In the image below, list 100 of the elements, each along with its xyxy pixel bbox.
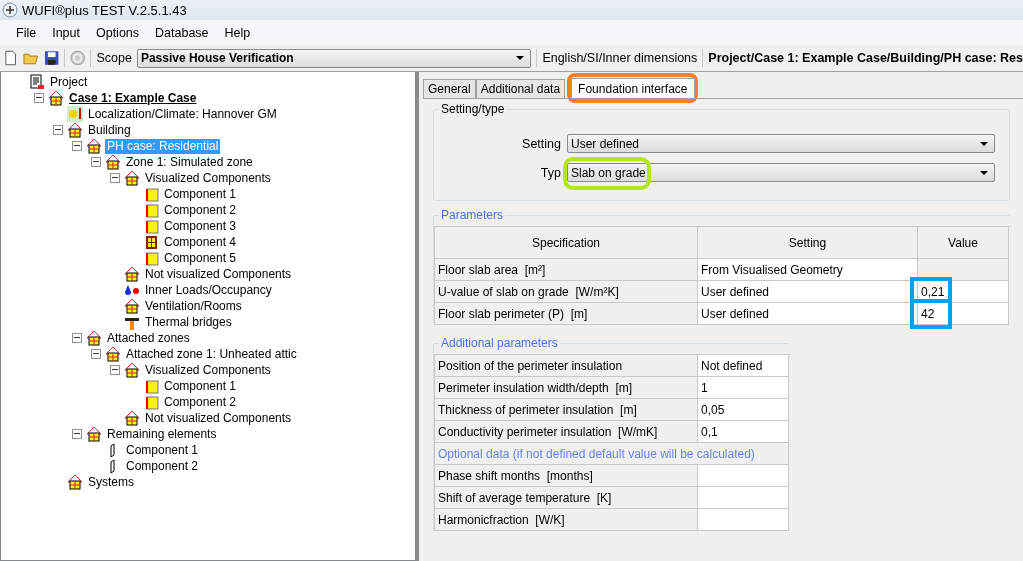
new-file-icon[interactable] bbox=[3, 50, 19, 66]
house-icon bbox=[48, 90, 64, 106]
tree-item[interactable]: Zone 1: Simulated zone bbox=[124, 154, 255, 170]
table-cell: User defined bbox=[698, 303, 918, 325]
tree-item[interactable]: Project bbox=[48, 74, 90, 90]
tree-item[interactable]: Attached zone 1: Unheated attic bbox=[124, 346, 299, 362]
dropdown[interactable]: User defined bbox=[567, 134, 995, 153]
tree-item[interactable]: Component 1 bbox=[162, 378, 239, 394]
wall-icon bbox=[143, 202, 159, 218]
tree-item[interactable]: Not visualized Components bbox=[143, 266, 294, 282]
value-field[interactable]: 1 bbox=[698, 377, 789, 399]
tree-item[interactable]: Visualized Components bbox=[143, 362, 273, 378]
sun-thermometer-icon bbox=[67, 106, 83, 122]
house-icon bbox=[105, 346, 121, 362]
wall-icon bbox=[143, 394, 159, 410]
table-cell: Phase shift months [months] bbox=[434, 465, 698, 487]
table-cell: Floor slab perimeter (P) [m] bbox=[434, 303, 698, 325]
tree-item[interactable]: Not visualized Components bbox=[143, 410, 294, 426]
house-icon bbox=[124, 266, 140, 282]
tree-item[interactable]: Building bbox=[86, 122, 133, 138]
collapse-toggle[interactable] bbox=[110, 365, 120, 375]
menu-item[interactable]: File bbox=[8, 23, 45, 42]
group-legend: Additional parameters bbox=[439, 336, 560, 350]
tree-item[interactable]: Localization/Climate: Hannover GM bbox=[86, 106, 279, 122]
breadcrumb-path: Project/Case 1: Example Case/Building/PH case: Res bbox=[708, 51, 1023, 65]
collapse-toggle[interactable] bbox=[53, 125, 63, 135]
menu-item[interactable]: Help bbox=[216, 23, 259, 42]
column-header: Value bbox=[918, 227, 1009, 259]
value-field[interactable]: 0,05 bbox=[698, 399, 789, 421]
dropdown[interactable]: Slab on grade bbox=[567, 163, 995, 182]
column-header: Specification bbox=[434, 227, 698, 259]
collapse-toggle[interactable] bbox=[72, 141, 82, 151]
collapse-toggle[interactable] bbox=[110, 173, 120, 183]
tree-item[interactable]: Visualized Components bbox=[143, 170, 273, 186]
tree-item[interactable]: Attached zones bbox=[105, 330, 192, 346]
value-field[interactable] bbox=[698, 465, 789, 487]
tree-item[interactable]: Component 1 bbox=[124, 442, 201, 458]
tree-item[interactable]: Inner Loads/Occupancy bbox=[143, 282, 274, 298]
tree-item[interactable]: Case 1: Example Case bbox=[67, 90, 199, 106]
tree-item[interactable]: Component 2 bbox=[162, 202, 239, 218]
tree-item[interactable]: Component 1 bbox=[162, 186, 239, 202]
value-field[interactable]: 0,1 bbox=[698, 421, 789, 443]
caret-icon bbox=[980, 170, 988, 175]
tree-item[interactable]: Remaining elements bbox=[105, 426, 219, 442]
table-cell: Thickness of perimeter insulation [m] bbox=[434, 399, 698, 421]
tree-item[interactable]: Component 5 bbox=[162, 250, 239, 266]
collapse-toggle[interactable] bbox=[91, 157, 101, 167]
wall-icon bbox=[143, 218, 159, 234]
tab[interactable]: Additional data bbox=[475, 79, 566, 98]
table-cell: Floor slab area [m²] bbox=[434, 259, 698, 281]
field-label: Typ bbox=[540, 165, 561, 180]
tree-item[interactable]: Thermal bridges bbox=[143, 314, 234, 330]
group-legend: Setting/type bbox=[439, 102, 507, 116]
value-field[interactable] bbox=[698, 487, 789, 509]
window-title: WUFI®plus TEST V.2.5.1.43 bbox=[22, 2, 187, 18]
value-field[interactable]: 42 bbox=[918, 303, 1009, 325]
tree-item[interactable]: Component 2 bbox=[162, 394, 239, 410]
collapse-toggle[interactable] bbox=[72, 333, 82, 343]
tree-item[interactable]: Ventilation/Rooms bbox=[143, 298, 244, 314]
caret-icon bbox=[516, 56, 525, 60]
house-icon bbox=[124, 298, 140, 314]
wall-icon bbox=[143, 250, 159, 266]
window-icon bbox=[143, 234, 159, 250]
table-cell: Perimeter insulation width/depth [m] bbox=[434, 377, 698, 399]
menu-item[interactable]: Options bbox=[87, 23, 148, 42]
collapse-toggle[interactable] bbox=[72, 429, 82, 439]
value-field[interactable]: Not defined bbox=[698, 355, 789, 377]
tree-item[interactable]: Component 2 bbox=[124, 458, 201, 474]
table-cell: Position of the perimeter insulation bbox=[434, 355, 698, 377]
scope-dropdown[interactable]: Passive House Verification bbox=[136, 48, 532, 68]
tab[interactable]: General bbox=[423, 79, 476, 98]
table-cell: Harmonicfraction [W/K] bbox=[434, 509, 698, 531]
value-field[interactable]: 0,21 bbox=[918, 281, 1009, 303]
wall-icon bbox=[143, 186, 159, 202]
save-icon[interactable] bbox=[43, 50, 60, 66]
units-label: English/SI/Inner dimensions bbox=[542, 51, 698, 65]
house-icon bbox=[86, 330, 102, 346]
table-cell: From Visualised Geometry bbox=[698, 259, 918, 281]
house-icon bbox=[105, 154, 121, 170]
house-icon bbox=[124, 362, 140, 378]
menu-item[interactable]: Input bbox=[44, 23, 88, 42]
column-header: Setting bbox=[698, 227, 918, 259]
house-icon bbox=[86, 426, 102, 442]
tree-item[interactable]: Systems bbox=[86, 474, 136, 490]
collapse-toggle[interactable] bbox=[91, 349, 101, 359]
wall-icon bbox=[143, 378, 159, 394]
house-icon bbox=[124, 410, 140, 426]
table-cell: Shift of average temperature [K] bbox=[434, 487, 698, 509]
field-label: Setting bbox=[522, 136, 561, 151]
tab[interactable]: Foundation interface bbox=[571, 78, 695, 98]
table-cell: User defined bbox=[698, 281, 918, 303]
value-field[interactable] bbox=[698, 509, 789, 531]
group-legend: Parameters bbox=[439, 208, 506, 222]
tree-item[interactable]: Component 4 bbox=[162, 234, 239, 250]
menu-item[interactable]: Database bbox=[147, 23, 217, 42]
tree-item[interactable]: Component 3 bbox=[162, 218, 239, 234]
collapse-toggle[interactable] bbox=[34, 93, 44, 103]
house-icon bbox=[86, 138, 102, 154]
house-icon bbox=[124, 170, 140, 186]
house-icon bbox=[67, 122, 83, 138]
